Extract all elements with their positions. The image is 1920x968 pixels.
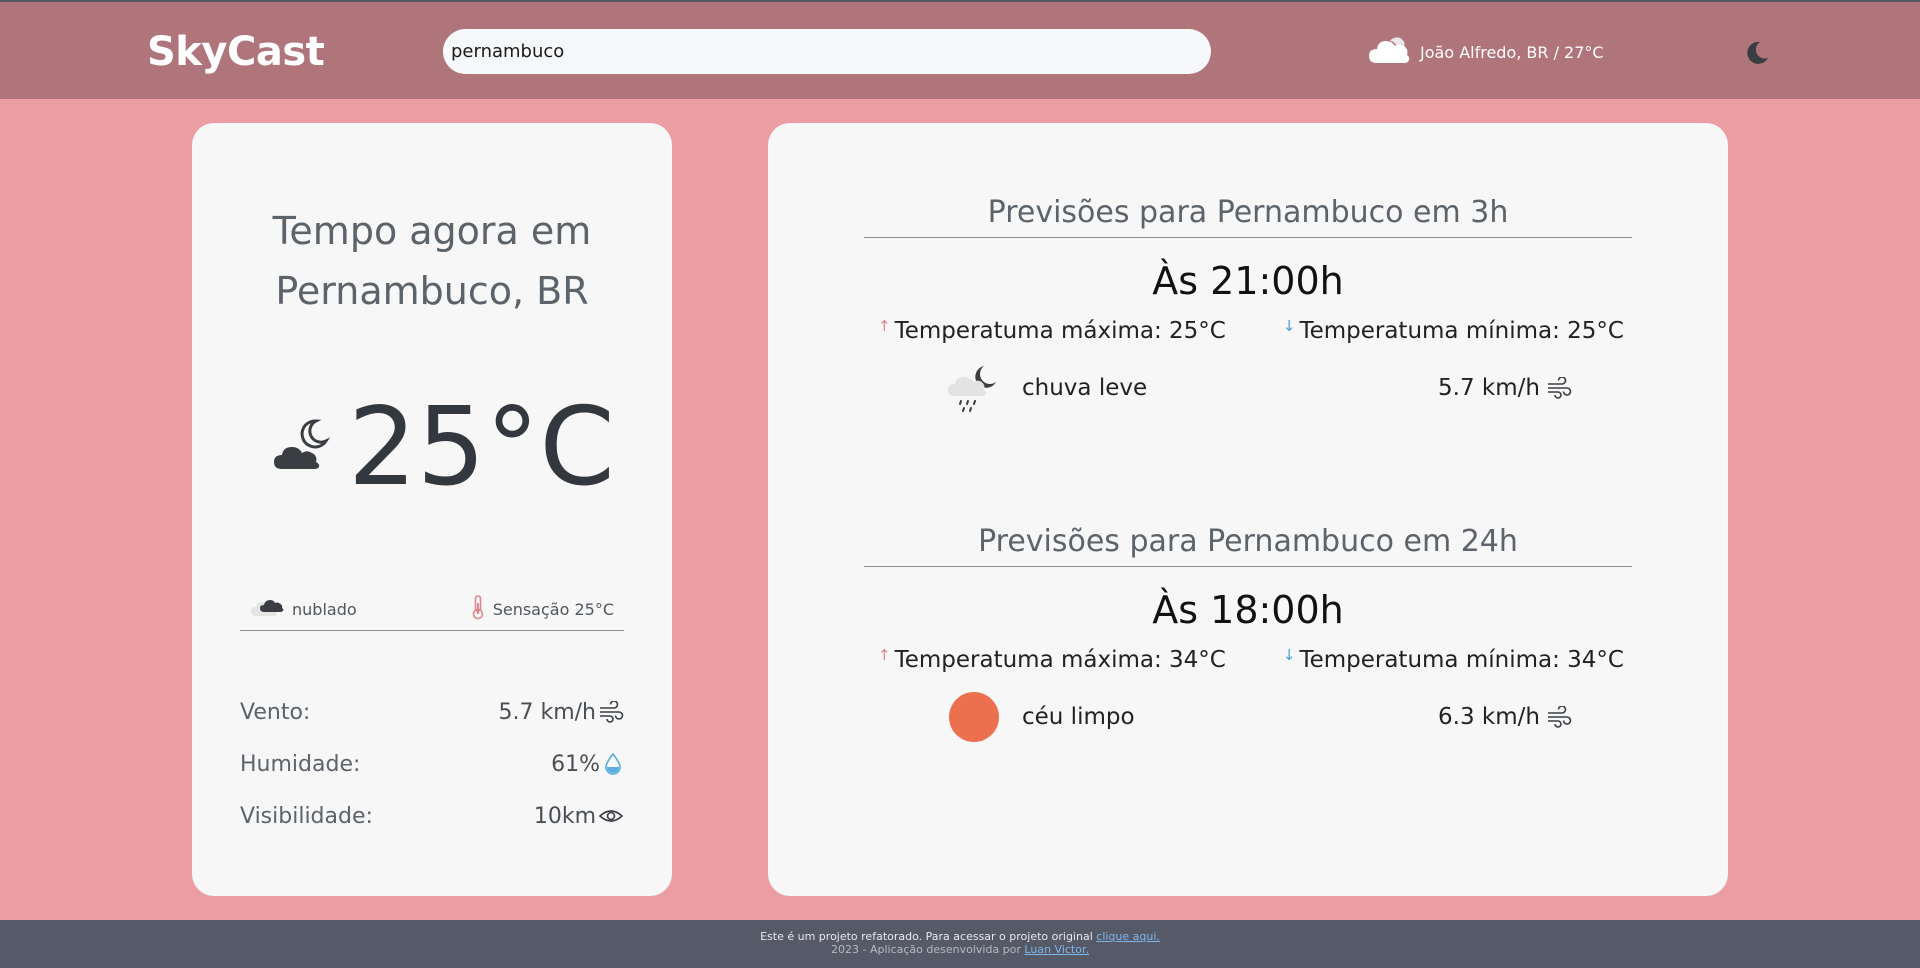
arrow-down-icon: ↓ [1282, 646, 1296, 664]
forecast-wind-label: 6.3 km/h [1438, 704, 1540, 730]
forecast-min: ↓ Temperatuma mínima: 25°C [1282, 317, 1624, 344]
rain-cloud-moon-icon [948, 366, 996, 412]
forecast-condition-row: chuva leve 5.7 km/h [864, 360, 1632, 416]
forecast-wind-label: 5.7 km/h [1438, 375, 1540, 401]
condition-label: nublado [292, 599, 357, 619]
forecast-time: Às 18:00h [1152, 588, 1344, 632]
forecast-24h: Previsões para Pernambuco em 24h Às 18:0… [864, 522, 1632, 745]
theme-toggle-button[interactable] [1743, 39, 1771, 67]
author-link[interactable]: Luan Victor. [1024, 943, 1089, 956]
stat-value: 5.7 km/h [498, 700, 624, 725]
current-temperature-row: 25°C [272, 388, 615, 508]
stat-label: Visibilidade: [240, 803, 373, 829]
cloud-moon-icon [272, 417, 331, 479]
current-weather-title: Tempo agora em Pernambuco, BR [192, 201, 672, 321]
stat-label: Humidade: [240, 751, 361, 777]
forecast-min-label: Temperatuma mínima: 34°C [1299, 647, 1624, 673]
current-weather-card: Tempo agora em Pernambuco, BR 25°C nubla… [192, 123, 672, 896]
arrow-down-icon: ↓ [1282, 317, 1296, 335]
footer-text: Este é um projeto refatorado. Para acess… [760, 930, 1093, 943]
forecast-card: Previsões para Pernambuco em 3h Às 21:00… [768, 123, 1728, 896]
condition-row: nublado Sensação 25°C [240, 588, 624, 631]
forecast-title: Previsões para Pernambuco em 24h [864, 522, 1632, 567]
footer-line-1: Este é um projeto refatorado. Para acess… [0, 930, 1920, 943]
wind-value: 5.7 km/h [498, 699, 596, 725]
forecast-condition-label: chuva leve [1022, 375, 1148, 401]
app-header: SkyCast João Alfredo, BR / 27°C [0, 0, 1920, 99]
wind-icon [1548, 706, 1572, 728]
title-line-2: Pernambuco, BR [275, 269, 589, 313]
forecast-min: ↓ Temperatuma mínima: 34°C [1282, 646, 1624, 673]
footer-line-2: 2023 - Aplicação desenvolvida por Luan V… [0, 943, 1920, 956]
current-location-label: João Alfredo, BR / 27°C [1420, 42, 1604, 62]
eye-icon [598, 810, 624, 822]
forecast-condition-row: céu limpo 6.3 km/h [864, 689, 1632, 745]
title-line-1: Tempo agora em [272, 209, 592, 253]
stat-visibility: Visibilidade: 10km [240, 790, 624, 842]
current-location-weather: João Alfredo, BR / 27°C [1368, 35, 1604, 69]
stat-value: 10km [534, 804, 624, 829]
forecast-minmax: ↑ Temperatuma máxima: 25°C ↓ Temperatuma… [864, 317, 1632, 344]
stat-value: 61% [551, 752, 624, 777]
forecast-wind: 5.7 km/h [1438, 375, 1572, 401]
forecast-max: ↑ Temperatuma máxima: 25°C [878, 317, 1226, 344]
forecast-max: ↑ Temperatuma máxima: 34°C [878, 646, 1226, 673]
app-logo[interactable]: SkyCast [147, 29, 325, 75]
moon-icon [1747, 41, 1768, 64]
condition-summary: nublado [250, 596, 357, 622]
stat-humidity: Humidade: 61% [240, 738, 624, 790]
forecast-minmax: ↑ Temperatuma máxima: 34°C ↓ Temperatuma… [864, 646, 1632, 673]
forecast-min-label: Temperatuma mínima: 25°C [1299, 318, 1624, 344]
forecast-3h: Previsões para Pernambuco em 3h Às 21:00… [864, 193, 1632, 416]
wind-icon [600, 701, 624, 723]
forecast-max-label: Temperatuma máxima: 25°C [894, 318, 1226, 344]
humidity-value: 61% [551, 751, 600, 777]
feels-like-label: Sensação 25°C [492, 599, 614, 619]
thermometer-icon [471, 594, 485, 624]
forecast-condition-label: céu limpo [1022, 704, 1135, 730]
cloud-icon [1368, 35, 1410, 69]
footer-credit-text: 2023 - Aplicação desenvolvida por [831, 943, 1021, 956]
stat-label: Vento: [240, 699, 311, 725]
visibility-value: 10km [533, 803, 596, 829]
forecast-condition: chuva leve [946, 360, 1147, 416]
weather-stats: Vento: 5.7 km/h Humidade: 61% Visibilida… [240, 686, 624, 842]
droplet-icon [605, 752, 621, 775]
arrow-up-icon: ↑ [878, 317, 891, 335]
current-temperature: 25°C [348, 385, 615, 510]
clouds-icon [250, 596, 284, 622]
forecast-condition: céu limpo [946, 689, 1135, 745]
search-input[interactable] [443, 29, 1211, 74]
forecast-max-label: Temperatuma máxima: 34°C [894, 647, 1226, 673]
feels-like: Sensação 25°C [471, 594, 614, 624]
stat-wind: Vento: 5.7 km/h [240, 686, 624, 738]
page-footer: Este é um projeto refatorado. Para acess… [0, 920, 1920, 968]
forecast-wind: 6.3 km/h [1438, 704, 1572, 730]
wind-icon [1548, 377, 1572, 399]
forecast-title: Previsões para Pernambuco em 3h [864, 193, 1632, 238]
sun-icon [949, 692, 999, 742]
original-project-link[interactable]: clique aqui. [1096, 930, 1160, 943]
arrow-up-icon: ↑ [878, 646, 891, 664]
forecast-time: Às 21:00h [1152, 259, 1344, 303]
